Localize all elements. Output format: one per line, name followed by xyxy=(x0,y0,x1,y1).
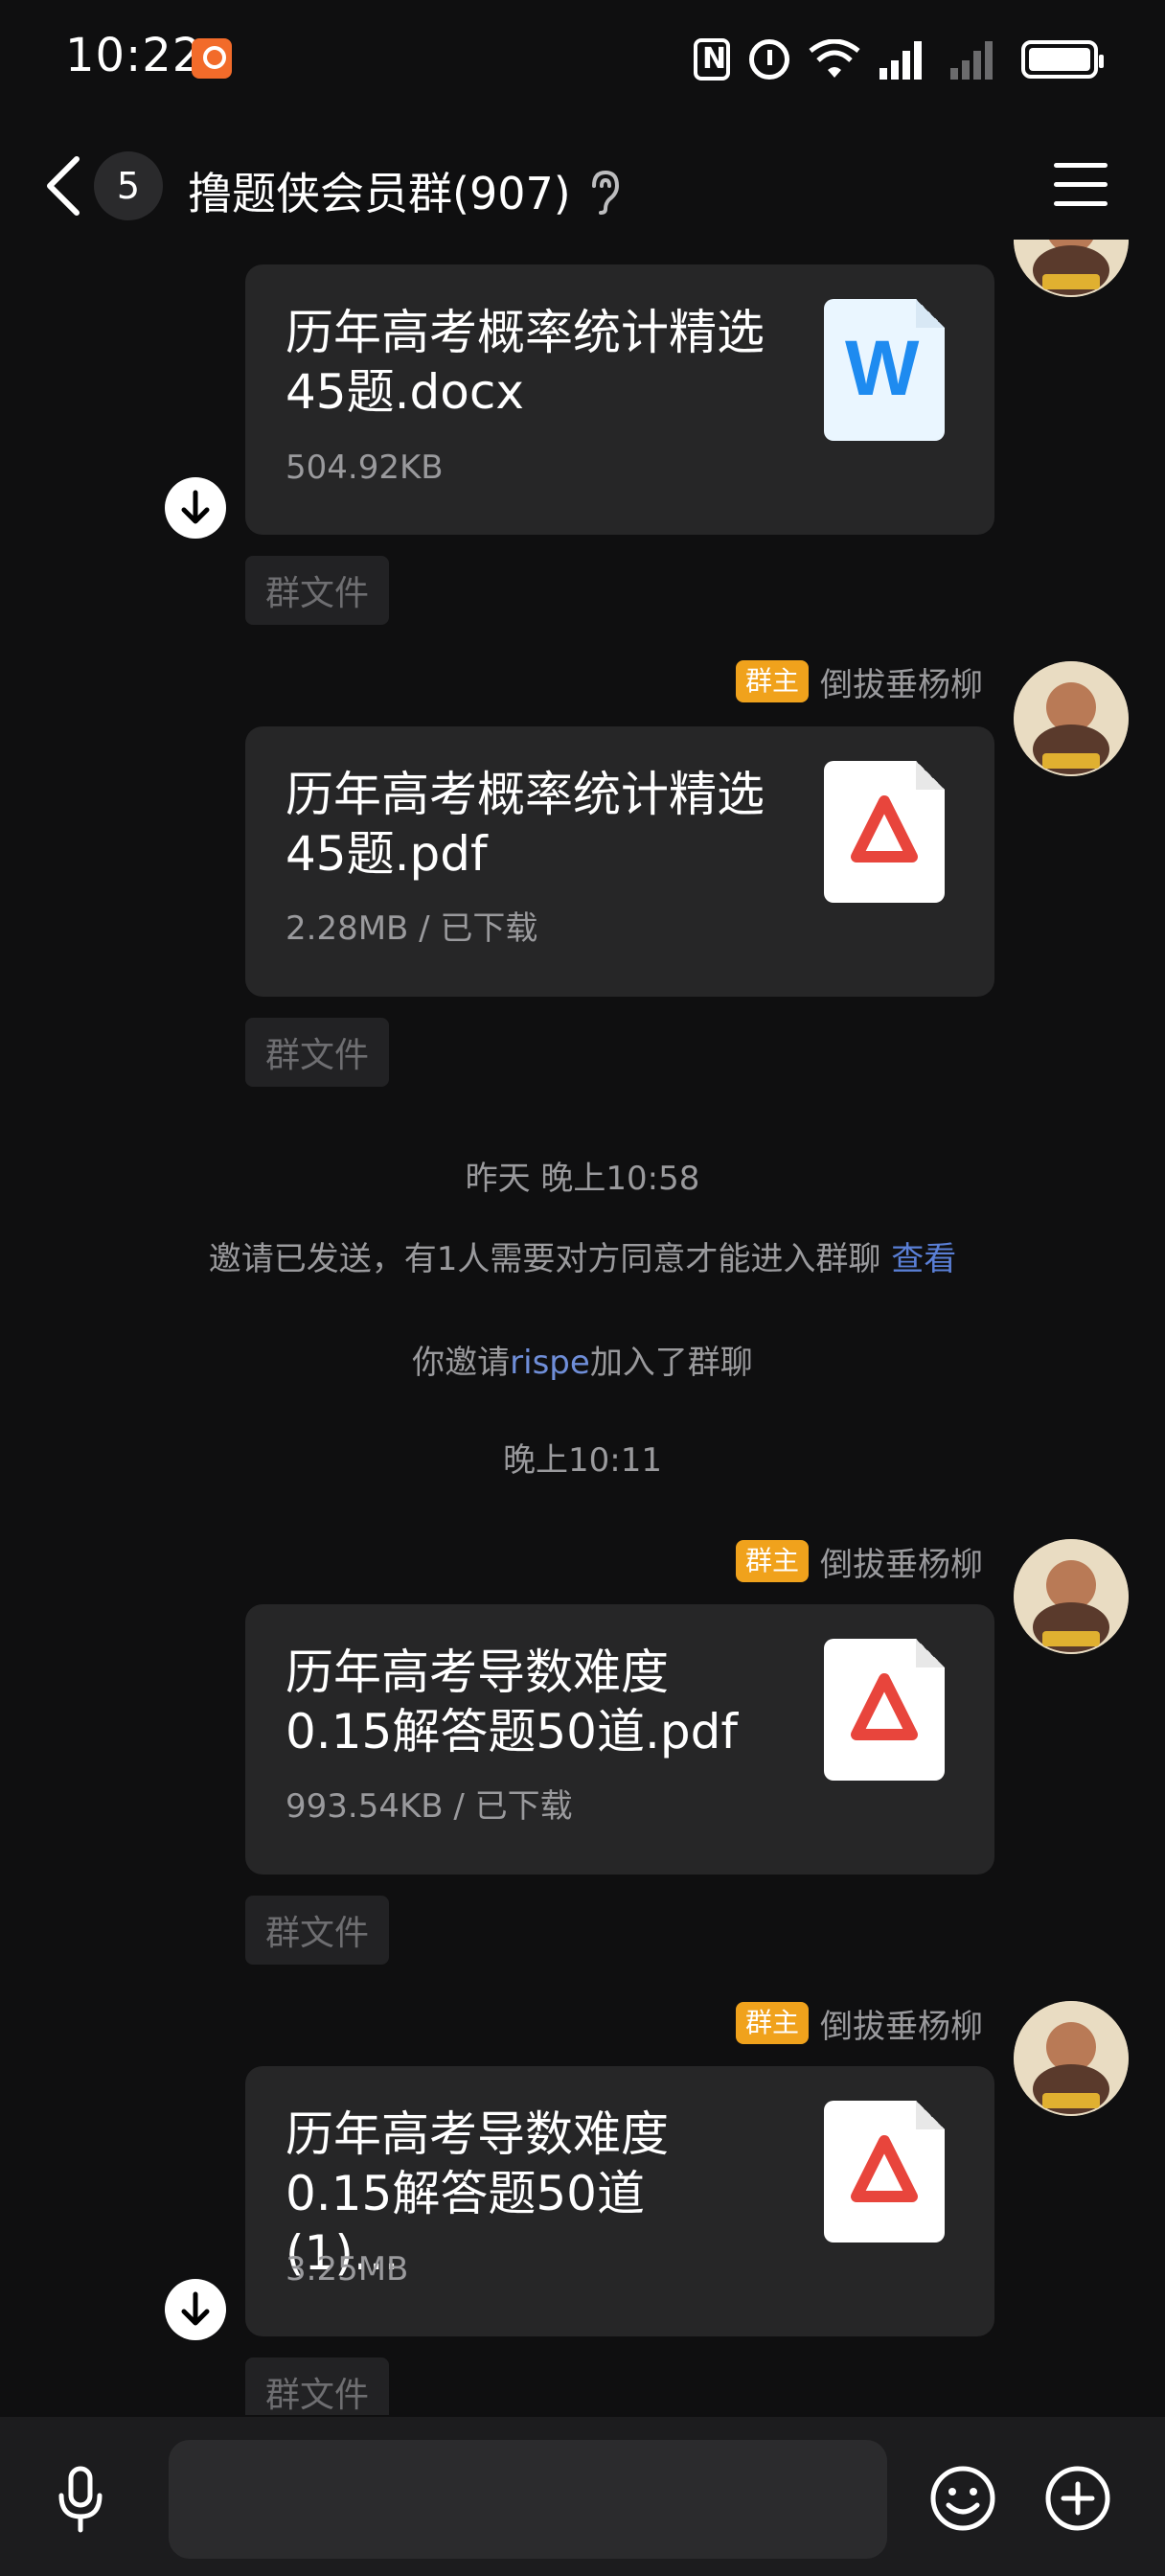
view-link[interactable]: 查看 xyxy=(891,1240,956,1278)
sender-name[interactable]: 倒拔垂杨柳 xyxy=(820,658,983,705)
sender-name[interactable]: 倒拔垂杨柳 xyxy=(820,2000,983,2047)
join-notice-suffix: 加入了群聊 xyxy=(589,1344,753,1382)
pdf-file-icon xyxy=(824,1639,945,1781)
sender-row: 群主 倒拔垂杨柳 xyxy=(735,657,983,705)
emoji-icon[interactable] xyxy=(929,2465,996,2532)
message-input[interactable] xyxy=(169,2440,887,2559)
avatar[interactable] xyxy=(1014,1539,1129,1654)
file-meta: 3.25MB xyxy=(286,2250,409,2288)
timestamp: 昨天 晚上10:58 xyxy=(465,1160,700,1198)
owner-badge: 群主 xyxy=(735,660,809,702)
avatar[interactable] xyxy=(1014,2001,1129,2116)
joined-user-link[interactable]: rispe xyxy=(510,1344,590,1382)
app-notification-icon xyxy=(192,38,232,79)
back-icon[interactable] xyxy=(42,155,84,217)
menu-icon[interactable] xyxy=(1054,163,1108,209)
download-icon[interactable] xyxy=(165,2279,226,2340)
file-name: 历年高考概率统计精选45题.docx xyxy=(286,305,765,420)
status-icons xyxy=(694,33,1104,86)
group-title[interactable]: 撸题侠会员群(907) xyxy=(188,159,571,222)
signal-icon xyxy=(879,39,931,80)
file-message-card[interactable]: 历年高考导数难度0.15解答题50道.pdf 993.54KB / 已下载 xyxy=(245,1604,994,1874)
battery-icon xyxy=(1021,40,1104,79)
file-message-card[interactable]: 历年高考概率统计精选45题.docx 504.92KB W xyxy=(245,264,994,535)
wifi-icon xyxy=(809,38,860,80)
file-name: 历年高考导数难度0.15解答题50道.pdf xyxy=(286,1644,738,1760)
join-notice-prefix: 你邀请 xyxy=(412,1344,511,1382)
nfc-icon xyxy=(694,38,730,80)
download-icon[interactable] xyxy=(165,477,226,539)
group-file-tag[interactable]: 群文件 xyxy=(245,556,389,625)
status-time: 10:22 xyxy=(65,29,203,82)
avatar[interactable] xyxy=(1014,240,1129,297)
file-message-card[interactable]: 历年高考导数难度0.15解答题50道 (1)... 3.25MB xyxy=(245,2066,994,2336)
owner-badge: 群主 xyxy=(735,1540,809,1582)
unread-count-badge[interactable]: 5 xyxy=(94,151,163,220)
chat-header: 5 撸题侠会员群(907) xyxy=(0,134,1165,240)
plus-icon[interactable] xyxy=(1044,2465,1111,2532)
file-meta: 993.54KB / 已下载 xyxy=(286,1787,573,1826)
avatar[interactable] xyxy=(1014,661,1129,776)
pdf-file-icon xyxy=(824,2101,945,2242)
invite-notice: 邀请已发送，有1人需要对方同意才能进入群聊 查看 xyxy=(0,1232,1165,1279)
file-meta: 504.92KB xyxy=(286,448,444,487)
file-name: 历年高考概率统计精选45题.pdf xyxy=(286,767,765,882)
status-bar: 10:22 xyxy=(0,0,1165,115)
join-notice: 你邀请rispe加入了群聊 xyxy=(0,1336,1165,1383)
ear-icon[interactable] xyxy=(586,169,625,215)
microphone-icon[interactable] xyxy=(52,2465,109,2538)
word-file-icon: W xyxy=(824,299,945,441)
group-file-tag[interactable]: 群文件 xyxy=(245,1896,389,1965)
owner-badge: 群主 xyxy=(735,2002,809,2044)
alarm-icon xyxy=(749,39,789,80)
file-meta: 2.28MB / 已下载 xyxy=(286,909,538,948)
chat-area[interactable]: 历年高考概率统计精选45题.docx 504.92KB W 群文件 群主 倒拔垂… xyxy=(0,240,1165,2415)
group-file-tag[interactable]: 群文件 xyxy=(245,1018,389,1087)
sender-row: 群主 倒拔垂杨柳 xyxy=(735,1537,983,1585)
input-bar xyxy=(0,2417,1165,2576)
pdf-file-icon xyxy=(824,761,945,903)
timestamp: 晚上10:11 xyxy=(503,1441,662,1480)
sender-name[interactable]: 倒拔垂杨柳 xyxy=(820,1538,983,1585)
sender-row: 群主 倒拔垂杨柳 xyxy=(735,1999,983,2047)
group-file-tag[interactable]: 群文件 xyxy=(245,2358,389,2415)
signal-2-icon xyxy=(950,39,1002,80)
invite-notice-text: 邀请已发送，有1人需要对方同意才能进入群聊 xyxy=(208,1240,881,1278)
file-message-card[interactable]: 历年高考概率统计精选45题.pdf 2.28MB / 已下载 xyxy=(245,726,994,997)
